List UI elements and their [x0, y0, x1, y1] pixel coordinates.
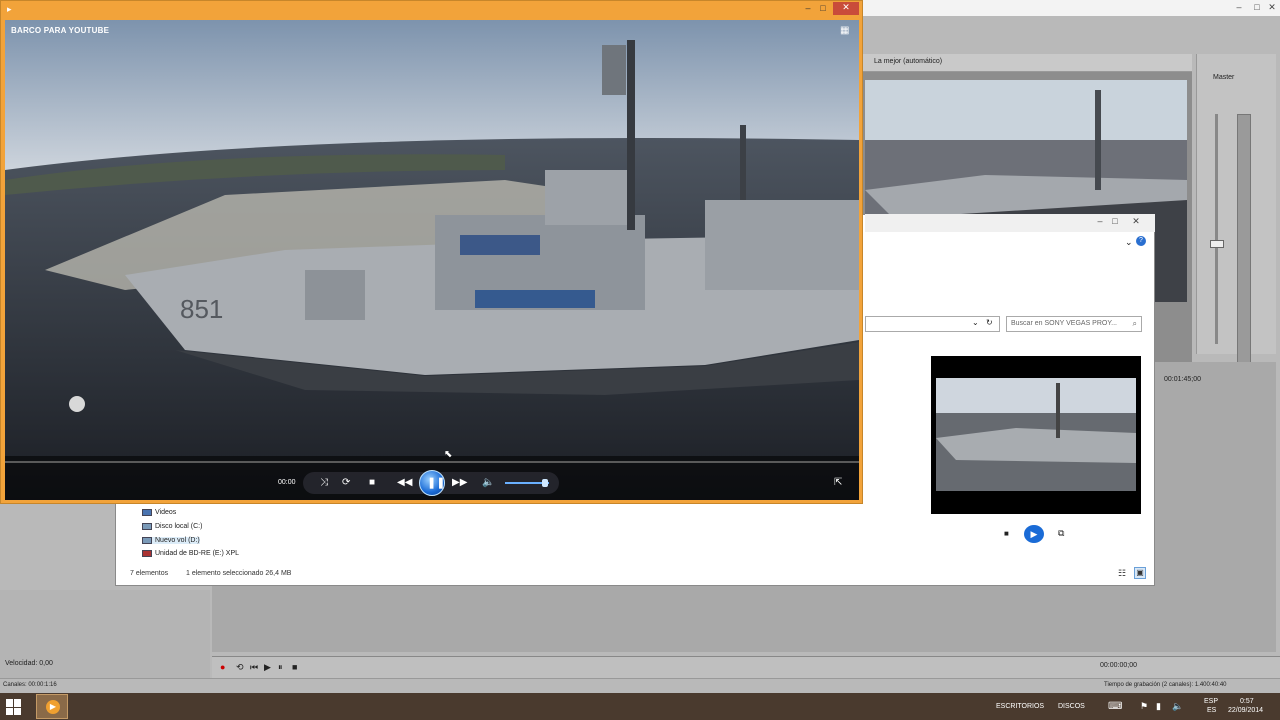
preview-toolbar: La mejor (automático)	[862, 54, 1192, 72]
preview-pane-thumbnail	[936, 378, 1136, 491]
address-bar[interactable]: ⌄ ↻	[865, 316, 1000, 332]
video-title: BARCO PARA YOUTUBE	[11, 26, 110, 35]
explorer-statusbar: 7 elementos 1 elemento seleccionado 26,4…	[120, 566, 1150, 582]
media-player-icon: ▶	[46, 700, 60, 714]
left-panel: Velocidad: 0,00	[0, 590, 210, 680]
canales-label: Canales: 00:00:1:16	[3, 682, 57, 688]
close-icon[interactable]: ✕	[1265, 2, 1279, 12]
drive-icon	[142, 523, 152, 530]
tree-label: Nuevo vol (D:)	[155, 537, 200, 544]
app-icon: ▸	[7, 4, 12, 14]
open-icon[interactable]: ⧉	[1058, 528, 1064, 539]
tree-item-videos[interactable]: Videos	[142, 509, 176, 516]
drive-icon	[142, 537, 152, 544]
status-bar: Canales: 00:00:1:16 Tiempo de grabación …	[0, 678, 1280, 693]
explorer-titlebar: – □ ✕	[865, 214, 1155, 232]
chevron-down-icon[interactable]: ⌄	[972, 318, 979, 327]
search-placeholder: Buscar en SONY VEGAS PROY...	[1011, 320, 1117, 327]
volume-icon[interactable]: 🔈	[482, 478, 494, 488]
tree-item-disk-e[interactable]: Unidad de BD-RE (E:) XPL	[142, 550, 239, 557]
volume-knob[interactable]	[542, 479, 548, 487]
minimize-icon[interactable]: –	[1093, 216, 1107, 226]
time-readout: 00:00:00;00	[1100, 662, 1137, 669]
toolbar-discos[interactable]: DISCOS	[1058, 703, 1085, 710]
video-frame[interactable]: 851	[5, 20, 859, 500]
flag-icon[interactable]: ⚑	[1140, 701, 1148, 712]
fast-forward-icon[interactable]: ▶▶	[452, 478, 467, 488]
volume-icon[interactable]: 🔈	[1172, 701, 1183, 712]
maximize-icon[interactable]: □	[1250, 2, 1264, 12]
folder-icon	[142, 509, 152, 516]
keyboard-icon[interactable]: ⌨	[1108, 701, 1122, 712]
tree-item-disk-d[interactable]: Nuevo vol (D:)	[142, 537, 200, 544]
loop-icon[interactable]: ⟲	[236, 662, 244, 673]
search-icon: ⌕	[1132, 319, 1137, 328]
timeline-marker: 00:01:45;00	[1164, 376, 1201, 383]
tree-label: Unidad de BD-RE (E:) XPL	[155, 550, 240, 557]
taskbar-media-player-button[interactable]: ▶	[36, 694, 68, 719]
tree-label: Videos	[155, 509, 177, 516]
tree-item-disk-c[interactable]: Disco local (C:)	[142, 523, 202, 530]
item-count: 7 elementos	[130, 570, 169, 577]
fader-track	[1215, 114, 1218, 344]
details-view-icon[interactable]: ☷	[1118, 568, 1126, 579]
close-icon[interactable]: ✕	[1129, 216, 1143, 226]
language-indicator[interactable]: ESP	[1204, 698, 1218, 705]
minimize-icon[interactable]: –	[1232, 2, 1246, 12]
record-time-label: Tiempo de grabación (2 canales): 1.400:4…	[1104, 682, 1227, 688]
close-icon[interactable]: ✕	[833, 2, 859, 15]
mixer-label: Master	[1213, 74, 1235, 81]
play-from-start-icon[interactable]: ⏮	[250, 662, 258, 673]
clock-time[interactable]: 0:57	[1240, 698, 1254, 705]
stop-icon[interactable]: ■	[292, 662, 297, 672]
pause-icon[interactable]: ⏸	[278, 662, 283, 673]
pause-button[interactable]: ❚❚	[419, 470, 445, 496]
stop-icon[interactable]: ■	[1004, 529, 1009, 538]
windows-start-icon[interactable]	[6, 699, 22, 715]
timecode: 00:00	[278, 479, 296, 486]
level-meter	[1237, 114, 1251, 394]
svg-text:851: 851	[180, 294, 223, 324]
help-icon[interactable]: ?	[1136, 236, 1146, 246]
mouse-cursor-icon: ⬉	[444, 449, 453, 460]
master-fader[interactable]	[1210, 240, 1224, 248]
stop-icon[interactable]: ■	[369, 478, 375, 488]
disc-drive-icon	[142, 550, 152, 557]
network-icon[interactable]: ▮	[1156, 701, 1161, 712]
toolbar-escritorios[interactable]: ESCRITORIOS	[996, 703, 1044, 710]
shuffle-icon[interactable]: ⤨	[320, 478, 328, 488]
preview-quality-select[interactable]: La mejor (automático)	[874, 58, 942, 65]
play-icon[interactable]: ▶	[264, 662, 271, 673]
record-icon[interactable]: ●	[220, 662, 225, 672]
taskbar: ▶ ESCRITORIOS DISCOS ⌨ ⚑ ▮ 🔈 ESP ES 0:57…	[0, 693, 1280, 720]
maximize-icon[interactable]: □	[1108, 216, 1122, 226]
minimize-icon[interactable]: –	[801, 3, 815, 13]
rewind-icon[interactable]: ◀◀	[397, 478, 412, 488]
chevron-down-icon[interactable]: ⌄	[1125, 237, 1133, 248]
velocidad-label: Velocidad: 0,00	[5, 660, 53, 667]
large-icons-view-icon[interactable]: ▣	[1134, 567, 1146, 579]
selection-info: 1 elemento seleccionado 26,4 MB	[186, 570, 292, 577]
tree-label: Disco local (C:)	[155, 523, 203, 530]
maximize-icon[interactable]: □	[816, 3, 830, 13]
clock-date[interactable]: 22/09/2014	[1228, 707, 1263, 714]
language-sub: ES	[1207, 707, 1217, 714]
pause-icon: ❚❚	[427, 477, 446, 489]
repeat-icon[interactable]: ⟳	[342, 478, 350, 488]
play-button[interactable]: ▶	[1024, 525, 1044, 543]
transport-bar: ● ⟲ ⏮ ▶ ⏸ ■ 00:00:00;00	[212, 656, 1280, 678]
grid-icon[interactable]: ▦	[840, 25, 849, 36]
search-input[interactable]: Buscar en SONY VEGAS PROY... ⌕	[1006, 316, 1142, 332]
switch-to-library-icon[interactable]: ⇱	[834, 478, 842, 488]
master-mixer: Master	[1196, 54, 1276, 394]
vegas-titlebar: – □ ✕	[860, 0, 1280, 16]
refresh-icon[interactable]: ↻	[986, 318, 993, 327]
